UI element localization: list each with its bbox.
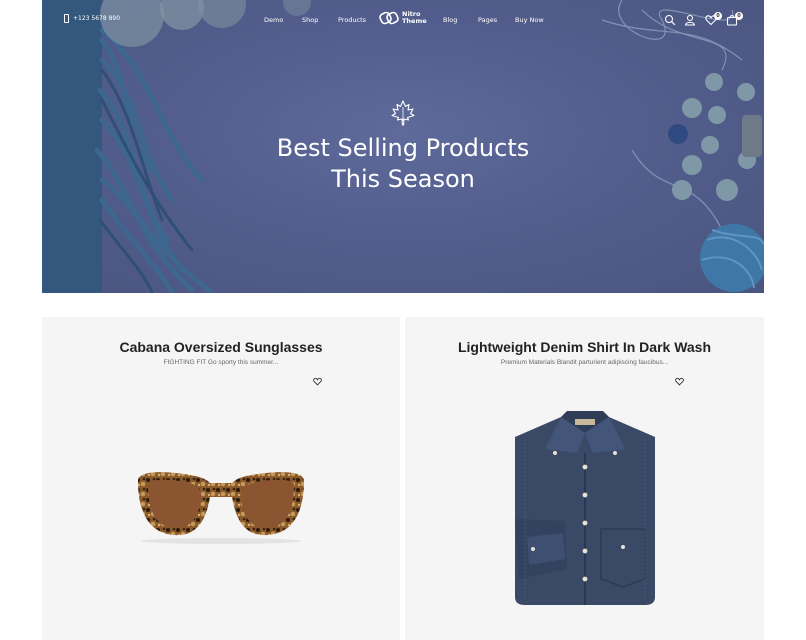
- product-subtitle: FIGHTING FIT Go sporty this summer...: [163, 359, 279, 366]
- phone-icon: [64, 14, 69, 23]
- top-navigation: +123 5678 890 Demo Shop Products Nitro T…: [42, 0, 764, 40]
- hero-banner: +123 5678 890 Demo Shop Products Nitro T…: [42, 0, 764, 293]
- hero-title-line1: Best Selling Products: [276, 134, 530, 162]
- product-title[interactable]: Lightweight Denim Shirt In Dark Wash: [405, 339, 764, 355]
- product-card-denim-shirt[interactable]: Lightweight Denim Shirt In Dark Wash Pre…: [405, 317, 764, 640]
- product-card-sunglasses[interactable]: Cabana Oversized Sunglasses FIGHTING FIT…: [42, 317, 400, 640]
- search-icon[interactable]: [664, 14, 676, 26]
- maple-leaf-icon: [391, 100, 415, 126]
- user-icon[interactable]: [684, 14, 696, 26]
- add-to-wishlist-heart-icon[interactable]: [313, 377, 322, 386]
- phone-number: +123 5678 890: [73, 15, 121, 22]
- menu-item-blog[interactable]: Blog: [443, 16, 457, 24]
- menu-item-shop[interactable]: Shop: [302, 16, 318, 24]
- cart-count-badge: 0: [735, 12, 743, 20]
- add-to-wishlist-heart-icon[interactable]: [675, 377, 684, 386]
- denim-shirt-image[interactable]: [505, 409, 665, 609]
- menu-item-products[interactable]: Products: [338, 16, 366, 24]
- logo-mark-icon: [379, 11, 399, 25]
- phone-contact[interactable]: +123 5678 890: [64, 14, 120, 23]
- sunglasses-image[interactable]: [136, 467, 306, 547]
- product-subtitle: Premium Materials Blandit parturient adi…: [500, 359, 669, 366]
- product-title[interactable]: Cabana Oversized Sunglasses: [42, 339, 400, 355]
- wishlist-count-badge: 0: [714, 12, 722, 20]
- hero-title-line2: This Season: [331, 165, 475, 193]
- logo-text-line2: Theme: [402, 17, 427, 25]
- menu-item-pages[interactable]: Pages: [478, 16, 497, 24]
- menu-item-demo[interactable]: Demo: [264, 16, 283, 24]
- menu-item-buy-now[interactable]: Buy Now: [515, 16, 544, 24]
- hero-title: Best Selling Products This Season: [42, 133, 764, 195]
- site-logo[interactable]: Nitro Theme: [379, 10, 427, 26]
